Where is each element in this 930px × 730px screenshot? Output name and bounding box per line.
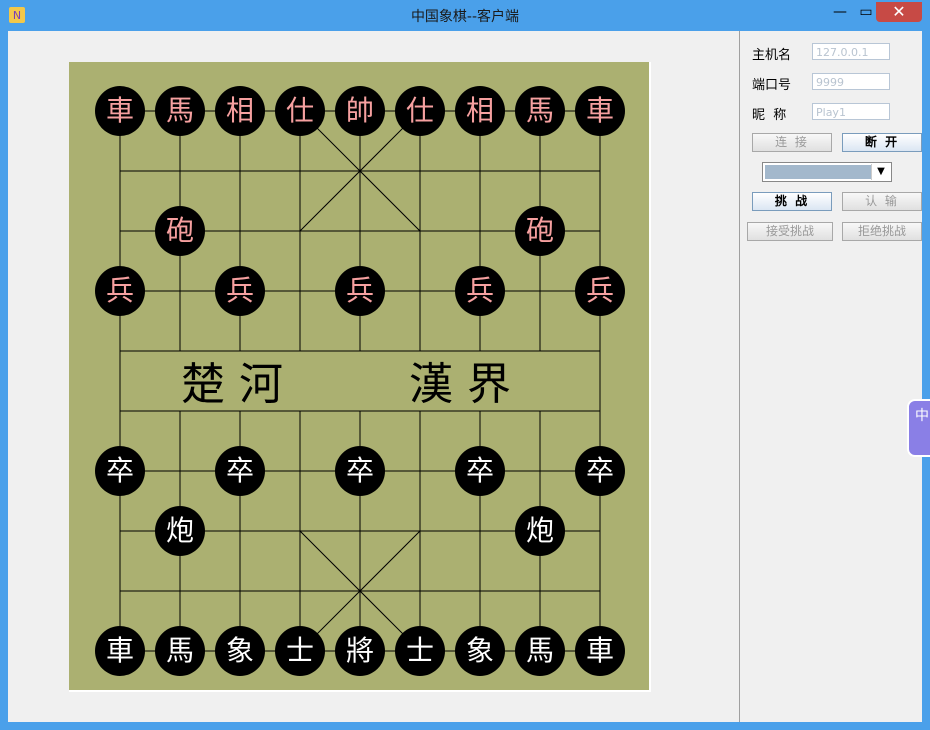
piece-soldier[interactable]: 兵 (95, 266, 145, 316)
window-title: 中国象棋--客户端 (410, 9, 520, 25)
port-label: 端口号 (752, 78, 792, 93)
title-bar[interactable]: N 中国象棋--客户端 — ▭ ✕ (0, 0, 930, 30)
reject-challenge-button[interactable]: 拒绝挑战 (842, 222, 922, 241)
piece-soldier[interactable]: 卒 (455, 446, 505, 496)
piece-elephant[interactable]: 象 (455, 626, 505, 676)
chess-board[interactable]: 楚 河 漢 界 車 馬 相 仕 帥 仕 相 馬 車 砲 砲 兵 兵 兵 兵 兵 … (69, 62, 651, 692)
minimize-button[interactable]: — (826, 2, 854, 22)
board-grid (119, 110, 601, 652)
connect-button[interactable]: 连 接 (752, 133, 832, 152)
piece-chariot[interactable]: 車 (575, 626, 625, 676)
host-field[interactable]: 127.0.0.1 (812, 43, 890, 60)
nickname-label: 昵 称 (752, 108, 787, 123)
piece-chariot[interactable]: 車 (95, 626, 145, 676)
piece-soldier[interactable]: 兵 (215, 266, 265, 316)
piece-elephant[interactable]: 象 (215, 626, 265, 676)
resign-button[interactable]: 认 输 (842, 192, 922, 211)
piece-elephant[interactable]: 相 (215, 86, 265, 136)
piece-soldier[interactable]: 兵 (335, 266, 385, 316)
control-panel: 主机名 127.0.0.1 端口号 9999 昵 称 Play1 连 接 断 开… (744, 31, 922, 722)
piece-cannon[interactable]: 炮 (155, 506, 205, 556)
piece-advisor[interactable]: 士 (275, 626, 325, 676)
piece-advisor[interactable]: 仕 (395, 86, 445, 136)
piece-horse[interactable]: 馬 (515, 86, 565, 136)
piece-soldier[interactable]: 卒 (95, 446, 145, 496)
port-field[interactable]: 9999 (812, 73, 890, 90)
piece-chariot[interactable]: 車 (575, 86, 625, 136)
piece-soldier[interactable]: 兵 (575, 266, 625, 316)
piece-general[interactable]: 將 (335, 626, 385, 676)
player-select-value (765, 165, 871, 179)
side-tab-label: 中 (915, 408, 929, 424)
close-button[interactable]: ✕ (876, 2, 922, 22)
river-label-chu: 楚 河 (181, 359, 283, 410)
app-window: N 中国象棋--客户端 — ▭ ✕ 楚 河 漢 界 車 馬 相 仕 帥 仕 相 … (0, 0, 930, 730)
piece-cannon[interactable]: 砲 (155, 206, 205, 256)
player-select[interactable]: ▼ (762, 162, 892, 182)
piece-horse[interactable]: 馬 (155, 86, 205, 136)
host-label: 主机名 (752, 48, 792, 63)
board-area: 楚 河 漢 界 車 馬 相 仕 帥 仕 相 馬 車 砲 砲 兵 兵 兵 兵 兵 … (8, 31, 740, 722)
piece-soldier[interactable]: 兵 (455, 266, 505, 316)
challenge-button[interactable]: 挑 战 (752, 192, 832, 211)
accept-challenge-button[interactable]: 接受挑战 (747, 222, 833, 241)
piece-advisor[interactable]: 仕 (275, 86, 325, 136)
piece-cannon[interactable]: 炮 (515, 506, 565, 556)
piece-elephant[interactable]: 相 (455, 86, 505, 136)
nickname-field[interactable]: Play1 (812, 103, 890, 120)
disconnect-button[interactable]: 断 开 (842, 133, 922, 152)
chevron-down-icon[interactable]: ▼ (871, 164, 890, 180)
client-area: 楚 河 漢 界 車 馬 相 仕 帥 仕 相 馬 車 砲 砲 兵 兵 兵 兵 兵 … (8, 31, 922, 722)
river-label-han: 漢 界 (409, 359, 511, 410)
piece-soldier[interactable]: 卒 (215, 446, 265, 496)
piece-cannon[interactable]: 砲 (515, 206, 565, 256)
piece-soldier[interactable]: 卒 (575, 446, 625, 496)
side-floating-tab[interactable]: 中 (907, 399, 930, 457)
piece-general[interactable]: 帥 (335, 86, 385, 136)
piece-horse[interactable]: 馬 (155, 626, 205, 676)
piece-horse[interactable]: 馬 (515, 626, 565, 676)
piece-soldier[interactable]: 卒 (335, 446, 385, 496)
piece-chariot[interactable]: 車 (95, 86, 145, 136)
piece-advisor[interactable]: 士 (395, 626, 445, 676)
